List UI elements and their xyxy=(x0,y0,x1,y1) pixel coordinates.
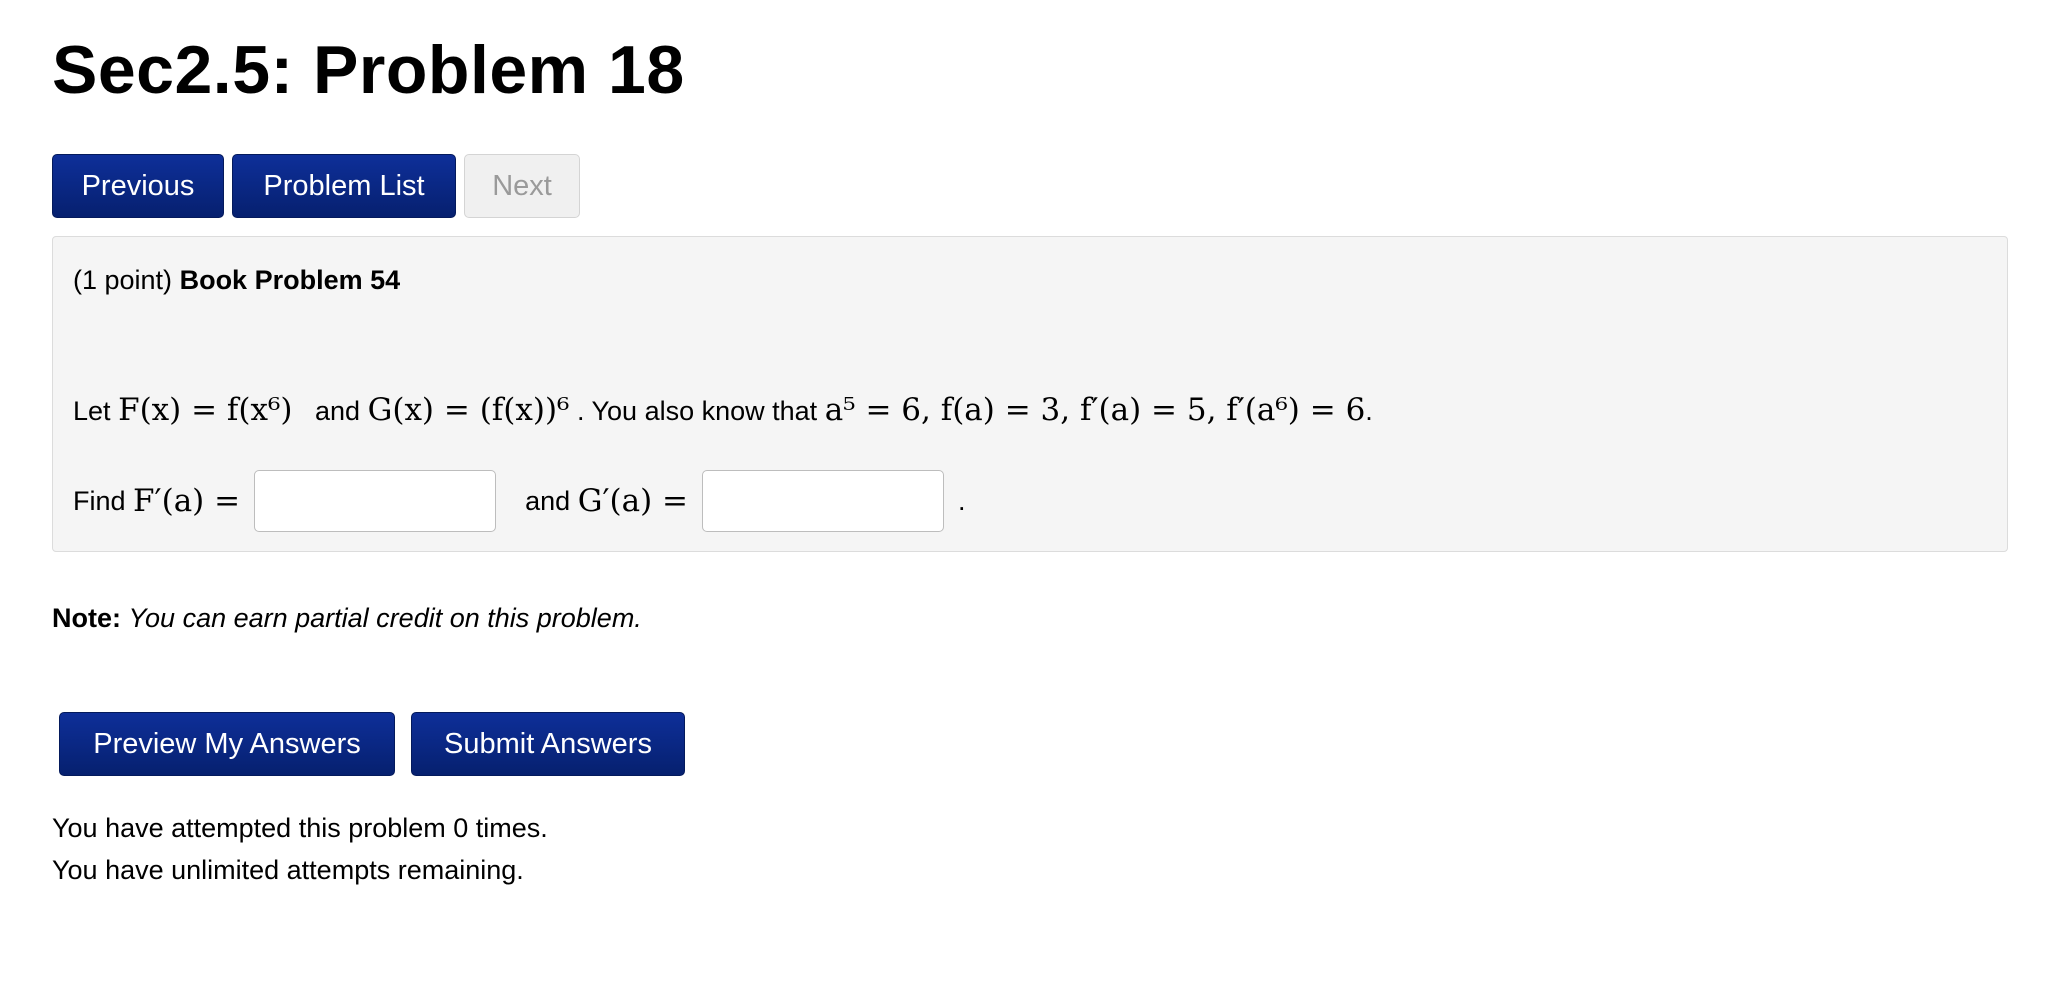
next-button: Next xyxy=(464,154,580,218)
problem-panel: (1 point) Book Problem 54 Let F(x) = f(x… xyxy=(52,236,2008,552)
previous-button[interactable]: Previous xyxy=(52,154,224,218)
note-label: Note: xyxy=(52,603,121,633)
page-title: Sec2.5: Problem 18 xyxy=(52,32,685,108)
problem-header: (1 point) Book Problem 54 xyxy=(73,263,400,297)
find-end: . xyxy=(958,485,966,516)
attempts-remaining: You have unlimited attempts remaining. xyxy=(52,855,524,885)
problem-list-button[interactable]: Problem List xyxy=(232,154,456,218)
and-text: and xyxy=(315,396,361,426)
G-definition: G(x) = (f(x))⁶ xyxy=(367,392,570,428)
F-prime-label: F′(a) = xyxy=(133,483,241,519)
F-prime-answer-input[interactable] xyxy=(254,470,497,532)
answer-actions: Preview My Answers Submit Answers xyxy=(59,712,685,776)
find-text: Find xyxy=(73,485,126,516)
problem-statement: Let F(x) = f(x⁶) and G(x) = (f(x))⁶ . Yo… xyxy=(73,385,1373,436)
attempts-status: You have attempted this problem 0 times. xyxy=(52,813,548,843)
F-definition: F(x) = f(x⁶) xyxy=(118,392,293,428)
statement-end: . xyxy=(1365,396,1373,426)
problem-name: Book Problem 54 xyxy=(179,265,401,295)
problem-navigation: Previous Problem List Next xyxy=(52,154,580,218)
G-prime-answer-input[interactable] xyxy=(702,470,944,532)
problem-points: (1 point) xyxy=(73,265,173,295)
given-values: a⁵ = 6, f(a) = 3, f′(a) = 5, f′(a⁶) = 6 xyxy=(824,392,1366,428)
find-and-text: and xyxy=(525,485,571,516)
G-prime-label: G′(a) = xyxy=(577,483,688,519)
partial-credit-note: Note: You can earn partial credit on thi… xyxy=(52,600,642,636)
also-know-text: . You also know that xyxy=(577,396,818,426)
submit-answers-button[interactable]: Submit Answers xyxy=(411,712,685,776)
find-line: Find F′(a) = and G′(a) = . xyxy=(73,469,966,533)
preview-answers-button[interactable]: Preview My Answers xyxy=(59,712,395,776)
note-text: You can earn partial credit on this prob… xyxy=(128,603,642,633)
let-text: Let xyxy=(73,396,111,426)
